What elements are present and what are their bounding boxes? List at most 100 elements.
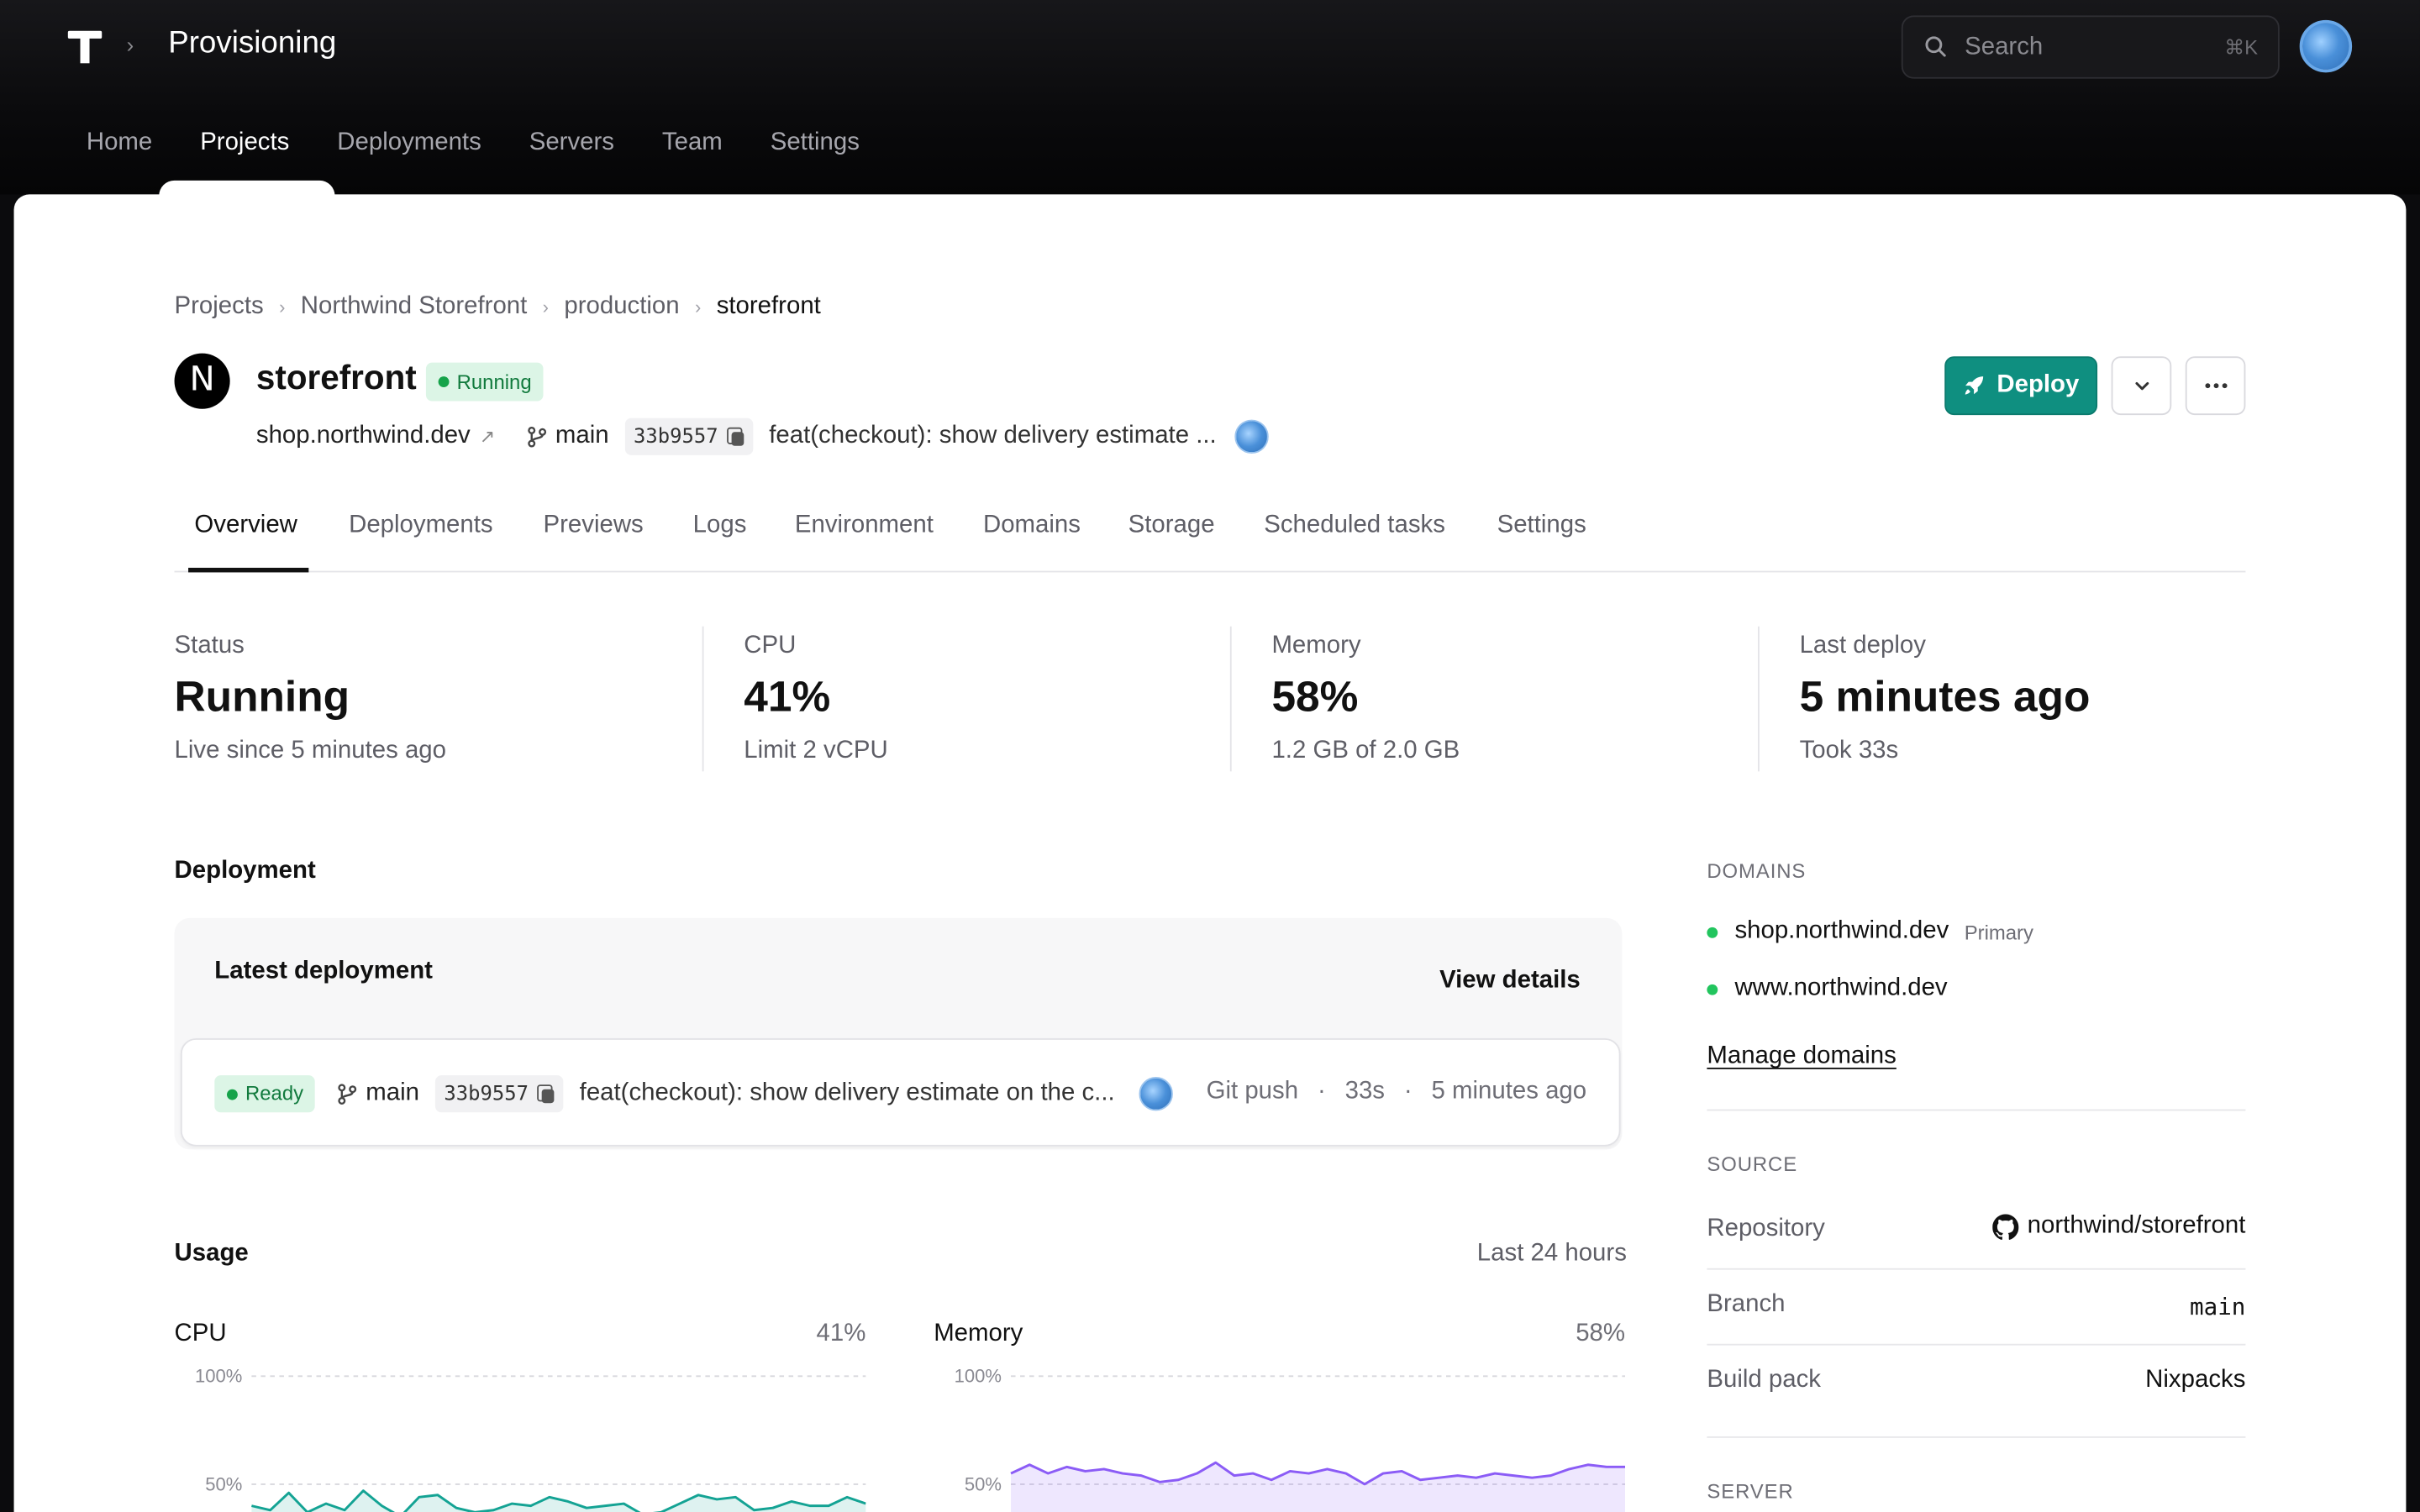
nav-deployments[interactable]: Deployments [337,129,481,157]
breadcrumb-environment[interactable]: production [564,293,679,321]
status-dot [438,376,450,388]
divider [1707,1268,2246,1270]
tab-environment[interactable]: Environment [795,512,934,540]
stats-row: Status Running Live since 5 minutes ago … [174,626,2246,772]
divider [1229,626,1232,772]
main-nav: Home Projects Deployments Servers Team S… [87,129,860,157]
copy-icon[interactable] [727,427,744,446]
branch-name: main [555,423,609,449]
author-avatar [1139,1077,1174,1111]
tab-settings[interactable]: Settings [1497,512,1586,540]
deploy-button[interactable]: Deploy [1944,356,2098,416]
nav-home[interactable]: Home [87,129,152,157]
nav-projects[interactable]: Projects [200,129,289,157]
top-bar: › Provisioning Search ⌘K Home Projects D… [0,0,2420,197]
app-title: Provisioning [168,26,337,60]
usage-section-title: Usage [174,1240,249,1267]
y-tick-label: 50% [965,1473,1002,1494]
manage-domains-link[interactable]: Manage domains [1707,1043,1896,1071]
breadcrumb: Projects › Northwind Storefront › produc… [175,293,821,321]
memory-chart-value: 58% [1576,1320,1626,1347]
stat-value: 58% [1271,672,1359,721]
tab-deployments[interactable]: Deployments [349,512,493,540]
divider [1758,626,1760,772]
tab-previews[interactable]: Previews [544,512,644,540]
deployment-commit-chip[interactable]: 33b9557 [434,1075,565,1113]
user-avatar[interactable] [2299,19,2353,73]
tab-domains[interactable]: Domains [983,512,1081,540]
chevron-right-icon: › [542,296,550,318]
tab-storage[interactable]: Storage [1128,512,1215,540]
source-label: SOURCE [1707,1152,1798,1176]
deployment-status: Ready [245,1081,304,1105]
commit-hash: 33b9557 [444,1082,529,1105]
deployment-time: 5 minutes ago [1431,1078,1587,1105]
primary-tag: Primary [1964,920,2033,944]
memory-chart-header: Memory 58% [934,1320,1625,1348]
view-details-button[interactable]: View details [1439,968,1581,995]
app-logo-icon[interactable] [67,30,103,65]
stat-subtext: Limit 2 vCPU [744,737,888,764]
domain-name[interactable]: www.northwind.dev [1734,975,1947,1003]
stat-value: 5 minutes ago [1799,672,2091,721]
nav-team[interactable]: Team [662,129,723,157]
breadcrumb-projects[interactable]: Projects [175,293,264,321]
external-link-icon: ↗ [479,425,496,448]
more-actions-button[interactable] [2185,356,2246,416]
status-label: Running [456,370,532,394]
y-tick-label: 100% [195,1366,242,1387]
github-icon [1991,1213,2018,1240]
deployment-status-badge: Ready [214,1075,314,1113]
domain-item[interactable]: www.northwind.dev [1707,974,1948,1005]
project-domain-link[interactable]: shop.northwind.dev [256,423,471,450]
repository-name: northwind/storefront [2027,1212,2246,1239]
deploy-options-button[interactable] [2111,356,2172,416]
memory-chart-title: Memory [934,1320,1023,1347]
breadcrumb-project[interactable]: Northwind Storefront [301,293,528,321]
repository-label: Repository [1707,1215,1825,1242]
status-dot [1707,926,1718,937]
git-branch-icon [527,426,546,448]
y-tick-label: 100% [955,1366,1002,1387]
stat-label: CPU [744,633,797,659]
latest-deployment-title: Latest deployment [214,958,433,984]
repository-link[interactable]: northwind/storefront [1991,1213,2245,1241]
deploy-label: Deploy [1996,371,2080,398]
active-tab-underline [188,567,309,573]
tab-logs[interactable]: Logs [693,512,747,540]
buildpack-value: Nixpacks [2145,1367,2246,1394]
chevron-down-icon [2134,381,2149,391]
stat-label: Status [174,633,245,659]
tab-overview[interactable]: Overview [194,512,297,540]
deployment-duration: 33s [1344,1078,1385,1105]
author-avatar [1234,419,1270,454]
domain-item[interactable]: shop.northwind.dev Primary [1707,916,2033,948]
tab-scheduled-tasks[interactable]: Scheduled tasks [1264,512,1445,540]
search-input[interactable]: Search ⌘K [1901,15,2280,79]
commit-message: feat(checkout): show delivery estimate .… [769,423,1217,449]
divider [1707,1343,2246,1346]
memory-usage-chart: 100% 50% [955,1366,1626,1512]
deployment-info: Git push · 33s · 5 minutes ago [1206,1078,1587,1105]
status-badge: Running [425,362,544,402]
chevron-right-icon: › [694,296,702,318]
buildpack-row: Build pack Nixpacks [1707,1364,2245,1401]
domain-name[interactable]: shop.northwind.dev [1734,918,1949,946]
nav-settings[interactable]: Settings [771,129,860,157]
divider [1707,1109,2246,1111]
project-logo: N [174,353,230,409]
divider [702,626,704,772]
cpu-chart-title: CPU [174,1320,227,1347]
commit-hash: 33b9557 [633,425,718,449]
commit-hash-chip[interactable]: 33b9557 [623,417,754,455]
deployment-row[interactable]: Ready main 33b9557 feat(checkout): show … [180,1038,1621,1147]
copy-icon[interactable] [538,1084,555,1104]
usage-range[interactable]: Last 24 hours [1477,1241,1627,1268]
stat-label: Last deploy [1799,633,1926,659]
search-shortcut: ⌘K [2224,35,2259,59]
project-tabs: Overview Deployments Previews Logs Envir… [174,496,2246,573]
project-name: storefront [255,358,417,397]
status-dot [1707,983,1718,995]
cpu-usage-chart: 100% 50% [195,1366,866,1512]
nav-servers[interactable]: Servers [529,129,614,157]
